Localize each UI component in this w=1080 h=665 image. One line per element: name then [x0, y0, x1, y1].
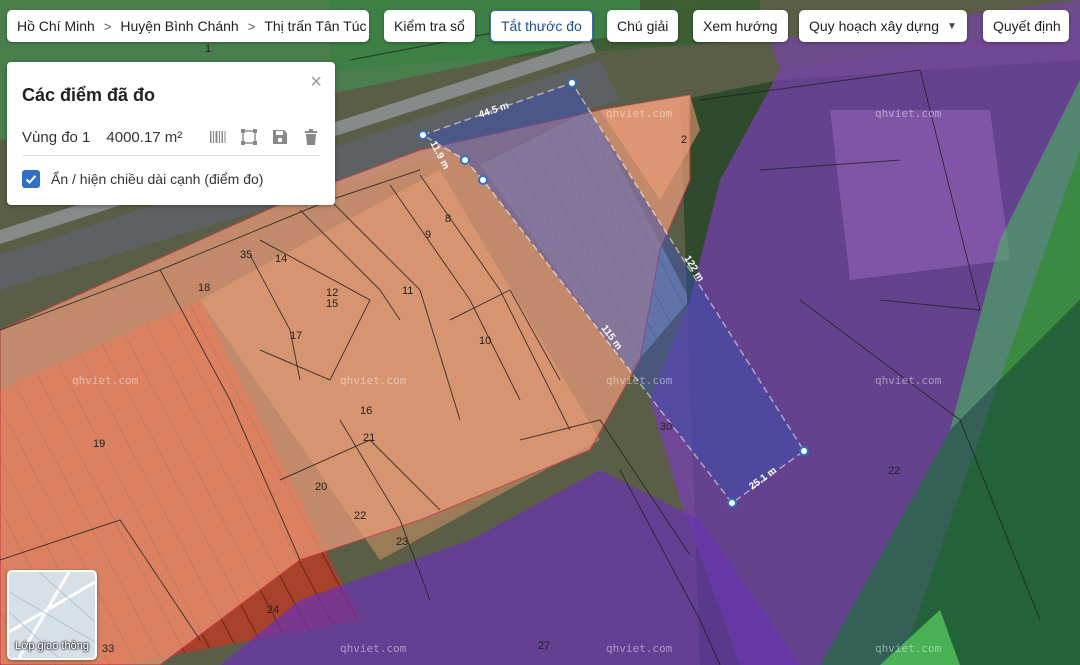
plot-number: 1 [205, 43, 211, 55]
chevron-right-icon: > [103, 18, 112, 34]
watermark: qhviet.com [72, 374, 139, 387]
plot-number: 23 [396, 536, 408, 548]
planning-type-label: Quy hoạch xây dựng [809, 18, 940, 34]
area-name: Vùng đo 1 [22, 128, 91, 146]
legend-button[interactable]: Chú giải [607, 10, 679, 42]
chevron-right-icon: > [247, 18, 256, 34]
watermark: qhviet.com [606, 374, 673, 387]
breadcrumb-item-town[interactable]: Thị trấn Tân Túc [264, 18, 366, 34]
measure-vertex[interactable] [567, 78, 577, 88]
measure-off-button[interactable]: Tắt thước đo [490, 10, 593, 42]
watermark: qhviet.com [875, 642, 942, 655]
layer-switcher-label: Lớp giao thông [15, 640, 89, 652]
plot-number: 16 [360, 405, 372, 417]
plot-number: 22 [354, 510, 366, 522]
panel-title: Các điểm đã đo [22, 85, 156, 105]
plot-number: 20 [315, 481, 327, 493]
area-value: 4000.17 m² [106, 128, 183, 146]
breadcrumb-item-district[interactable]: Huyện Bình Chánh [120, 18, 238, 34]
save-icon[interactable] [271, 128, 289, 146]
area-tools [209, 128, 320, 146]
decision-label: Quyết định [993, 18, 1061, 34]
plot-number: 11 [402, 285, 413, 297]
close-icon[interactable]: × [310, 72, 322, 92]
measured-area-row: Vùng đo 1 4000.17 m² [22, 125, 320, 149]
plot-number: 10 [479, 335, 491, 347]
panel-divider [22, 155, 320, 156]
plot-number: 24 [267, 604, 279, 616]
plot-number: 33 [102, 643, 114, 655]
breadcrumb: Hồ Chí Minh > Huyện Bình Chánh > Thị trấ… [7, 10, 369, 42]
check-certificate-label: Kiểm tra sổ [394, 18, 465, 34]
chevron-down-icon: ▼ [947, 20, 957, 32]
measure-off-label: Tắt thước đo [501, 18, 582, 34]
plot-number: 19 [93, 438, 105, 450]
edge-length-toggle-label: Ẩn / hiện chiều dài cạnh (điểm đo) [51, 171, 264, 187]
plot-number: 8 [445, 213, 451, 225]
view-direction-label: Xem hướng [703, 18, 778, 34]
measure-vertex[interactable] [727, 498, 737, 508]
edge-length-checkbox[interactable] [22, 170, 40, 188]
watermark: qhviet.com [606, 107, 673, 120]
watermark: qhviet.com [340, 642, 407, 655]
measure-vertex[interactable] [460, 155, 470, 165]
measure-vertex[interactable] [418, 130, 428, 140]
plot-number: 27 [538, 640, 550, 652]
planning-type-select[interactable]: Quy hoạch xây dựng ▼ [799, 10, 967, 42]
watermark: qhviet.com [875, 374, 942, 387]
decision-button[interactable]: Quyết định [983, 10, 1069, 42]
watermark: qhviet.com [875, 107, 942, 120]
layer-switcher[interactable]: Lớp giao thông [7, 570, 97, 660]
check-certificate-button[interactable]: Kiểm tra sổ [384, 10, 475, 42]
polygon-edit-icon[interactable] [240, 128, 258, 146]
plot-number: 35 [240, 249, 252, 261]
plot-number: 18 [198, 282, 210, 294]
barcode-icon[interactable] [209, 128, 227, 146]
plot-number: 2 [681, 134, 687, 146]
plot-number: 9 [425, 229, 431, 241]
watermark: qhviet.com [606, 642, 673, 655]
view-direction-button[interactable]: Xem hướng [693, 10, 788, 42]
delete-icon[interactable] [302, 128, 320, 146]
plot-number: 14 [275, 253, 287, 265]
checkmark-icon [25, 175, 37, 184]
plot-number: 21 [363, 432, 375, 444]
watermark: qhviet.com [340, 374, 407, 387]
plot-number: 30 [660, 421, 672, 433]
plot-number: 17 [290, 330, 302, 342]
legend-label: Chú giải [617, 18, 669, 34]
plot-number: 15 [326, 298, 338, 310]
measured-points-panel: Các điểm đã đo × Vùng đo 1 4000.17 m² Ẩn… [7, 62, 335, 205]
plot-number: 22 [888, 465, 900, 477]
measure-vertex[interactable] [799, 446, 809, 456]
measure-vertex[interactable] [478, 175, 488, 185]
edge-length-toggle[interactable]: Ẩn / hiện chiều dài cạnh (điểm đo) [22, 170, 263, 188]
breadcrumb-item-province[interactable]: Hồ Chí Minh [17, 18, 95, 34]
